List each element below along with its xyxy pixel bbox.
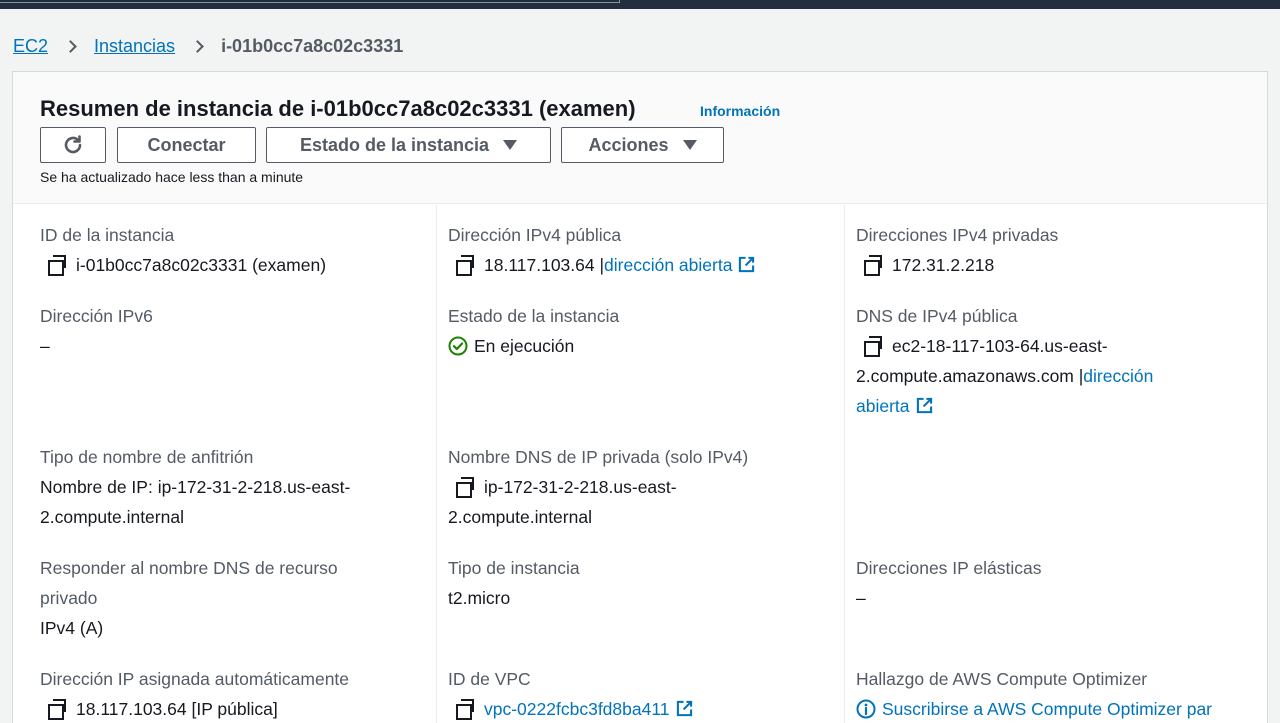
auto-ip-value: 18.117.103.64 [IP pública] xyxy=(76,699,278,719)
actions-label: Acciones xyxy=(588,134,669,155)
field-public-dns: DNS de IPv4 pública ec2-18-117-103-64.us… xyxy=(856,301,1153,421)
hostname-type-value: Nombre de IP: ip-172-31-2-218.us-east- xyxy=(40,477,351,497)
breadcrumb: EC2 Instancias i-01b0cc7a8c02c3331 xyxy=(13,34,403,58)
console-top-bar xyxy=(0,0,1280,9)
external-link-icon xyxy=(916,397,932,414)
field-instance-state: Estado de la instancia En ejecución xyxy=(448,301,619,361)
column-divider xyxy=(844,205,845,723)
refresh-icon xyxy=(64,135,82,154)
breadcrumb-current: i-01b0cc7a8c02c3331 xyxy=(221,35,404,56)
hostname-type-value: 2.compute.internal xyxy=(40,507,184,527)
caret-down-icon xyxy=(503,140,518,150)
instance-state-dropdown[interactable]: Estado de la instancia xyxy=(266,127,551,163)
private-dns-value: 2.compute.internal xyxy=(448,507,592,527)
field-label: Estado de la instancia xyxy=(448,306,620,326)
instance-summary-panel: Resumen de instancia de i-01b0cc7a8c02c3… xyxy=(12,71,1268,723)
field-label: privado xyxy=(40,588,98,608)
field-public-ipv4: Dirección IPv4 pública 18.117.103.64 |di… xyxy=(448,220,755,280)
field-instance-type: Tipo de instancia t2.micro xyxy=(448,553,580,613)
open-address-link-label: dirección abierta xyxy=(604,255,733,275)
chevron-right-icon xyxy=(191,39,204,53)
field-label: Dirección IP asignada automáticamente xyxy=(40,669,350,689)
field-label: Nombre DNS de IP privada (solo IPv4) xyxy=(448,447,749,467)
field-label: Dirección IPv4 pública xyxy=(448,225,622,245)
field-label: Tipo de instancia xyxy=(448,558,580,578)
private-ipv4-value: 172.31.2.218 xyxy=(892,255,995,275)
field-elastic-ip: Direcciones IP elásticas – xyxy=(856,553,1041,613)
public-dns-value: ec2-18-117-103-64.us-east- xyxy=(892,336,1108,356)
field-label: ID de la instancia xyxy=(40,225,175,245)
breadcrumb-instances-link[interactable]: Instancias xyxy=(94,36,175,57)
instance-state-label: Estado de la instancia xyxy=(299,134,490,155)
copy-icon[interactable] xyxy=(48,699,66,720)
browser-tab-edge xyxy=(0,0,620,3)
breadcrumb-ec2-link[interactable]: EC2 xyxy=(13,36,48,57)
instance-type-value: t2.micro xyxy=(448,588,511,608)
vpc-id-link[interactable]: vpc-0222fcbc3fd8ba411 xyxy=(484,699,693,719)
column-divider xyxy=(436,205,437,723)
field-label: Responder al nombre DNS de recurso xyxy=(40,558,338,578)
status-ok-icon xyxy=(448,336,468,356)
public-dns-value: 2.compute.amazonaws.com | xyxy=(856,366,1084,386)
external-link-icon xyxy=(676,700,692,717)
field-compute-optimizer: Hallazgo de AWS Compute Optimizer Suscri… xyxy=(856,664,1266,723)
copy-icon[interactable] xyxy=(864,336,882,357)
field-auto-ip: Dirección IP asignada automáticamente 18… xyxy=(40,664,349,723)
external-link-icon xyxy=(739,256,755,273)
open-address-link-label: abierta xyxy=(856,396,910,416)
copy-icon[interactable] xyxy=(456,255,474,276)
field-label: Tipo de nombre de anfitrión xyxy=(40,447,254,467)
field-ipv6: Dirección IPv6 – xyxy=(40,301,153,361)
connect-button[interactable]: Conectar xyxy=(117,127,256,163)
open-address-link[interactable]: dirección xyxy=(1083,366,1153,386)
chevron-right-icon xyxy=(64,39,77,53)
field-label: ID de VPC xyxy=(448,669,531,689)
info-link[interactable]: Información xyxy=(700,103,780,119)
actions-dropdown[interactable]: Acciones xyxy=(561,127,724,163)
resource-dns-value: IPv4 (A) xyxy=(40,618,104,638)
field-label: Direcciones IP elásticas xyxy=(856,558,1042,578)
caret-down-icon xyxy=(682,140,697,150)
compute-optimizer-link[interactable]: Suscribirse a AWS Compute Optimizer par xyxy=(856,699,1212,719)
instance-state-value: En ejecución xyxy=(474,336,575,356)
copy-icon[interactable] xyxy=(48,255,66,276)
field-vpc-id: ID de VPC vpc-0222fcbc3fd8ba411 xyxy=(448,664,693,723)
field-label: DNS de IPv4 pública xyxy=(856,306,1018,326)
copy-icon[interactable] xyxy=(864,255,882,276)
field-label: Direcciones IPv4 privadas xyxy=(856,225,1059,245)
ipv6-value: – xyxy=(40,336,50,356)
field-instance-id: ID de la instancia i-01b0cc7a8c02c3331 (… xyxy=(40,220,326,280)
field-private-ipv4: Direcciones IPv4 privadas 172.31.2.218 xyxy=(856,220,1058,280)
last-updated-text: Se ha actualizado hace less than a minut… xyxy=(40,169,304,185)
copy-icon[interactable] xyxy=(456,477,474,498)
field-label: Hallazgo de AWS Compute Optimizer xyxy=(856,669,1148,689)
connect-button-label: Conectar xyxy=(147,134,226,155)
field-hostname-type: Tipo de nombre de anfitrión Nombre de IP… xyxy=(40,442,350,532)
private-dns-value: ip-172-31-2-218.us-east- xyxy=(484,477,677,497)
field-private-dns: Nombre DNS de IP privada (solo IPv4) ip-… xyxy=(448,442,748,532)
compute-optimizer-value: Suscribirse a AWS Compute Optimizer par xyxy=(882,699,1213,719)
info-icon xyxy=(856,699,876,719)
page-title: Resumen de instancia de i-01b0cc7a8c02c3… xyxy=(40,96,636,121)
elastic-ip-value: – xyxy=(856,588,866,608)
open-address-link[interactable]: dirección abierta xyxy=(604,255,755,275)
public-ipv4-value: 18.117.103.64 | xyxy=(484,255,605,275)
vpc-id-value: vpc-0222fcbc3fd8ba411 xyxy=(484,699,670,719)
panel-header: Resumen de instancia de i-01b0cc7a8c02c3… xyxy=(13,72,1267,204)
field-resource-dns: Responder al nombre DNS de recurso priva… xyxy=(40,553,338,643)
open-address-link[interactable]: abierta xyxy=(856,396,933,416)
field-label: Dirección IPv6 xyxy=(40,306,153,326)
instance-id-value: i-01b0cc7a8c02c3331 (examen) xyxy=(76,255,327,275)
refresh-button[interactable] xyxy=(40,127,106,163)
copy-icon[interactable] xyxy=(456,699,474,720)
